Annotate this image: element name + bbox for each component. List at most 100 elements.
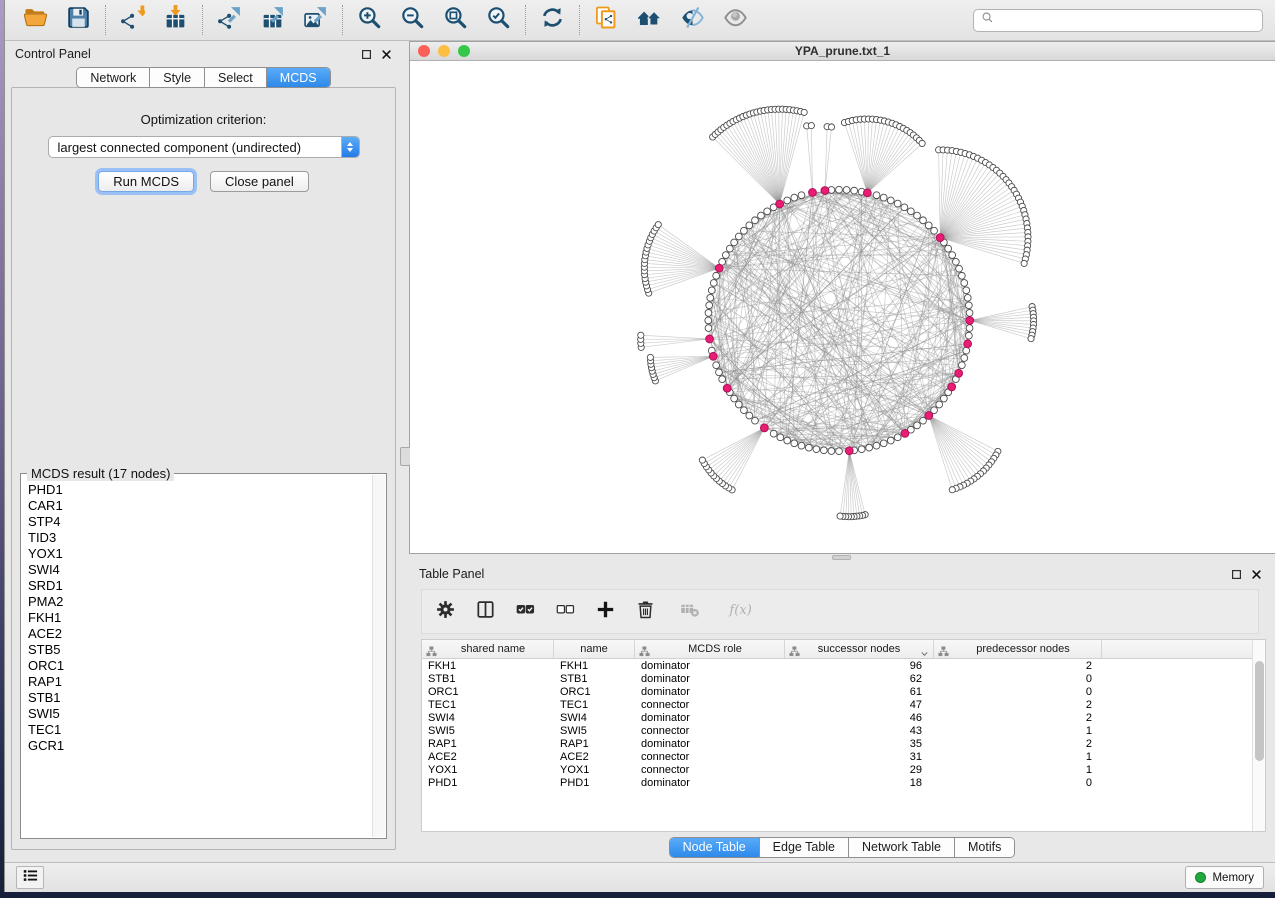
splitter-handle[interactable]	[832, 555, 851, 560]
zoom-fit-button[interactable]	[442, 7, 469, 34]
scrollbar-thumb[interactable]	[1255, 661, 1264, 761]
table-cell: 0	[934, 672, 1102, 685]
table-cell: 1	[934, 763, 1102, 776]
mcds-result-item[interactable]: TEC1	[28, 722, 371, 738]
optimization-criterion-label: Optimization criterion:	[141, 112, 267, 127]
table-row[interactable]: FKH1FKH1dominator962	[422, 659, 1265, 672]
table-cell: FKH1	[554, 659, 635, 672]
export-image-button[interactable]	[302, 7, 329, 34]
task-history-button[interactable]	[16, 866, 44, 889]
table-cell: 2	[934, 737, 1102, 750]
close-panel-icon[interactable]	[1251, 569, 1262, 580]
export-table-button[interactable]	[259, 7, 286, 34]
import-table-button[interactable]	[162, 7, 189, 34]
criterion-select-value: largest connected component (undirected)	[49, 140, 341, 155]
table-cell: 96	[785, 659, 934, 672]
mcds-result-item[interactable]: SWI4	[28, 562, 371, 578]
run-mcds-button[interactable]: Run MCDS	[98, 171, 194, 192]
tab-style[interactable]: Style	[149, 68, 204, 87]
close-panel-button[interactable]: Close panel	[210, 171, 309, 192]
mcds-result-item[interactable]: STB5	[28, 642, 371, 658]
mcds-result-item[interactable]: YOX1	[28, 546, 371, 562]
memory-button[interactable]: Memory	[1185, 866, 1264, 889]
zoom-in-button[interactable]	[356, 7, 383, 34]
tab-mcds[interactable]: MCDS	[266, 68, 330, 87]
zoom-out-button[interactable]	[399, 7, 426, 34]
table-row[interactable]: STB1STB1dominator620	[422, 672, 1265, 685]
mcds-result-item[interactable]: STB1	[28, 690, 371, 706]
table-cell: 18	[785, 776, 934, 789]
zoom-selected-button[interactable]	[485, 7, 512, 34]
show-details-button[interactable]	[722, 7, 749, 34]
deselect-all-button[interactable]	[555, 599, 576, 625]
search-input[interactable]	[995, 11, 1256, 30]
mcds-result-item[interactable]: ORC1	[28, 658, 371, 674]
add-button[interactable]	[595, 599, 616, 625]
table-scrollbar[interactable]	[1252, 640, 1265, 831]
column-header-successor-nodes[interactable]: successor nodes	[785, 640, 934, 658]
column-header-MCDS-role[interactable]: MCDS role	[635, 640, 785, 658]
mcds-result-item[interactable]: ACE2	[28, 626, 371, 642]
show-details-icon	[723, 5, 748, 35]
network-graph[interactable]	[410, 61, 1275, 553]
table-row[interactable]: YOX1YOX1connector291	[422, 763, 1265, 776]
float-panel-icon[interactable]	[361, 49, 372, 60]
mcds-result-item[interactable]: SRD1	[28, 578, 371, 594]
tab-network[interactable]: Network	[77, 68, 149, 87]
mcds-result-item[interactable]: GCR1	[28, 738, 371, 754]
tab-network-table[interactable]: Network Table	[848, 838, 954, 857]
mcds-result-item[interactable]: PHD1	[28, 482, 371, 498]
table-row[interactable]: ACE2ACE2connector311	[422, 750, 1265, 763]
table-row[interactable]: SWI5SWI5connector431	[422, 724, 1265, 737]
table-row[interactable]: PHD1PHD1dominator180	[422, 776, 1265, 789]
mcds-result-item[interactable]: STP4	[28, 514, 371, 530]
mcds-result-list[interactable]: PHD1CAR1STP4TID3YOX1SWI4SRD1PMA2FKH1ACE2…	[22, 475, 371, 837]
mcds-list-scrollbar[interactable]	[372, 475, 385, 837]
vertical-splitter[interactable]	[402, 41, 409, 862]
mcds-result-item[interactable]: FKH1	[28, 610, 371, 626]
column-header-predecessor-nodes[interactable]: predecessor nodes	[934, 640, 1102, 658]
deselect-all-icon	[555, 599, 576, 625]
tab-motifs[interactable]: Motifs	[954, 838, 1014, 857]
tab-select[interactable]: Select	[204, 68, 266, 87]
criterion-select[interactable]: largest connected component (undirected)	[48, 136, 360, 158]
table-row[interactable]: RAP1RAP1dominator352	[422, 737, 1265, 750]
table-cell: 35	[785, 737, 934, 750]
mcds-result-item[interactable]: SWI5	[28, 706, 371, 722]
float-panel-icon[interactable]	[1231, 569, 1242, 580]
mcds-result-item[interactable]: RAP1	[28, 674, 371, 690]
tab-node-table[interactable]: Node Table	[670, 838, 759, 857]
import-network-button[interactable]	[119, 7, 146, 34]
hide-details-button[interactable]	[679, 7, 706, 34]
export-network-button[interactable]	[216, 7, 243, 34]
select-all-button[interactable]	[515, 599, 536, 625]
open-button[interactable]	[22, 7, 49, 34]
gear-button[interactable]	[435, 599, 456, 625]
network-window-titlebar[interactable]: YPA_prune.txt_1	[410, 42, 1275, 61]
mcds-result-groupbox: MCDS result (17 nodes) PHD1CAR1STP4TID3Y…	[20, 473, 387, 839]
column-header-name[interactable]: name	[554, 640, 635, 658]
tab-edge-table[interactable]: Edge Table	[759, 838, 848, 857]
refresh-button[interactable]	[539, 7, 566, 34]
table-cell: 47	[785, 698, 934, 711]
delete-button[interactable]	[635, 599, 656, 625]
table-row[interactable]: SWI4SWI4dominator462	[422, 711, 1265, 724]
close-panel-icon[interactable]	[381, 49, 392, 60]
clone-network-button[interactable]	[593, 7, 620, 34]
save-button[interactable]	[65, 7, 92, 34]
mcds-result-item[interactable]: CAR1	[28, 498, 371, 514]
export-network-icon	[217, 5, 242, 35]
table-cell: FKH1	[422, 659, 554, 672]
table-row[interactable]: TEC1TEC1connector472	[422, 698, 1265, 711]
column-header-shared-name[interactable]: shared name	[422, 640, 554, 658]
horizontal-splitter[interactable]	[409, 554, 1275, 561]
mcds-result-item[interactable]: PMA2	[28, 594, 371, 610]
mcds-result-item[interactable]: TID3	[28, 530, 371, 546]
network-canvas[interactable]	[410, 61, 1275, 553]
zoom-selected-icon	[486, 5, 511, 35]
search-box[interactable]	[973, 9, 1263, 32]
table-row[interactable]: ORC1ORC1dominator610	[422, 685, 1265, 698]
columns-button[interactable]	[475, 599, 496, 625]
houses-button[interactable]	[636, 7, 663, 34]
table-cell: 61	[785, 685, 934, 698]
